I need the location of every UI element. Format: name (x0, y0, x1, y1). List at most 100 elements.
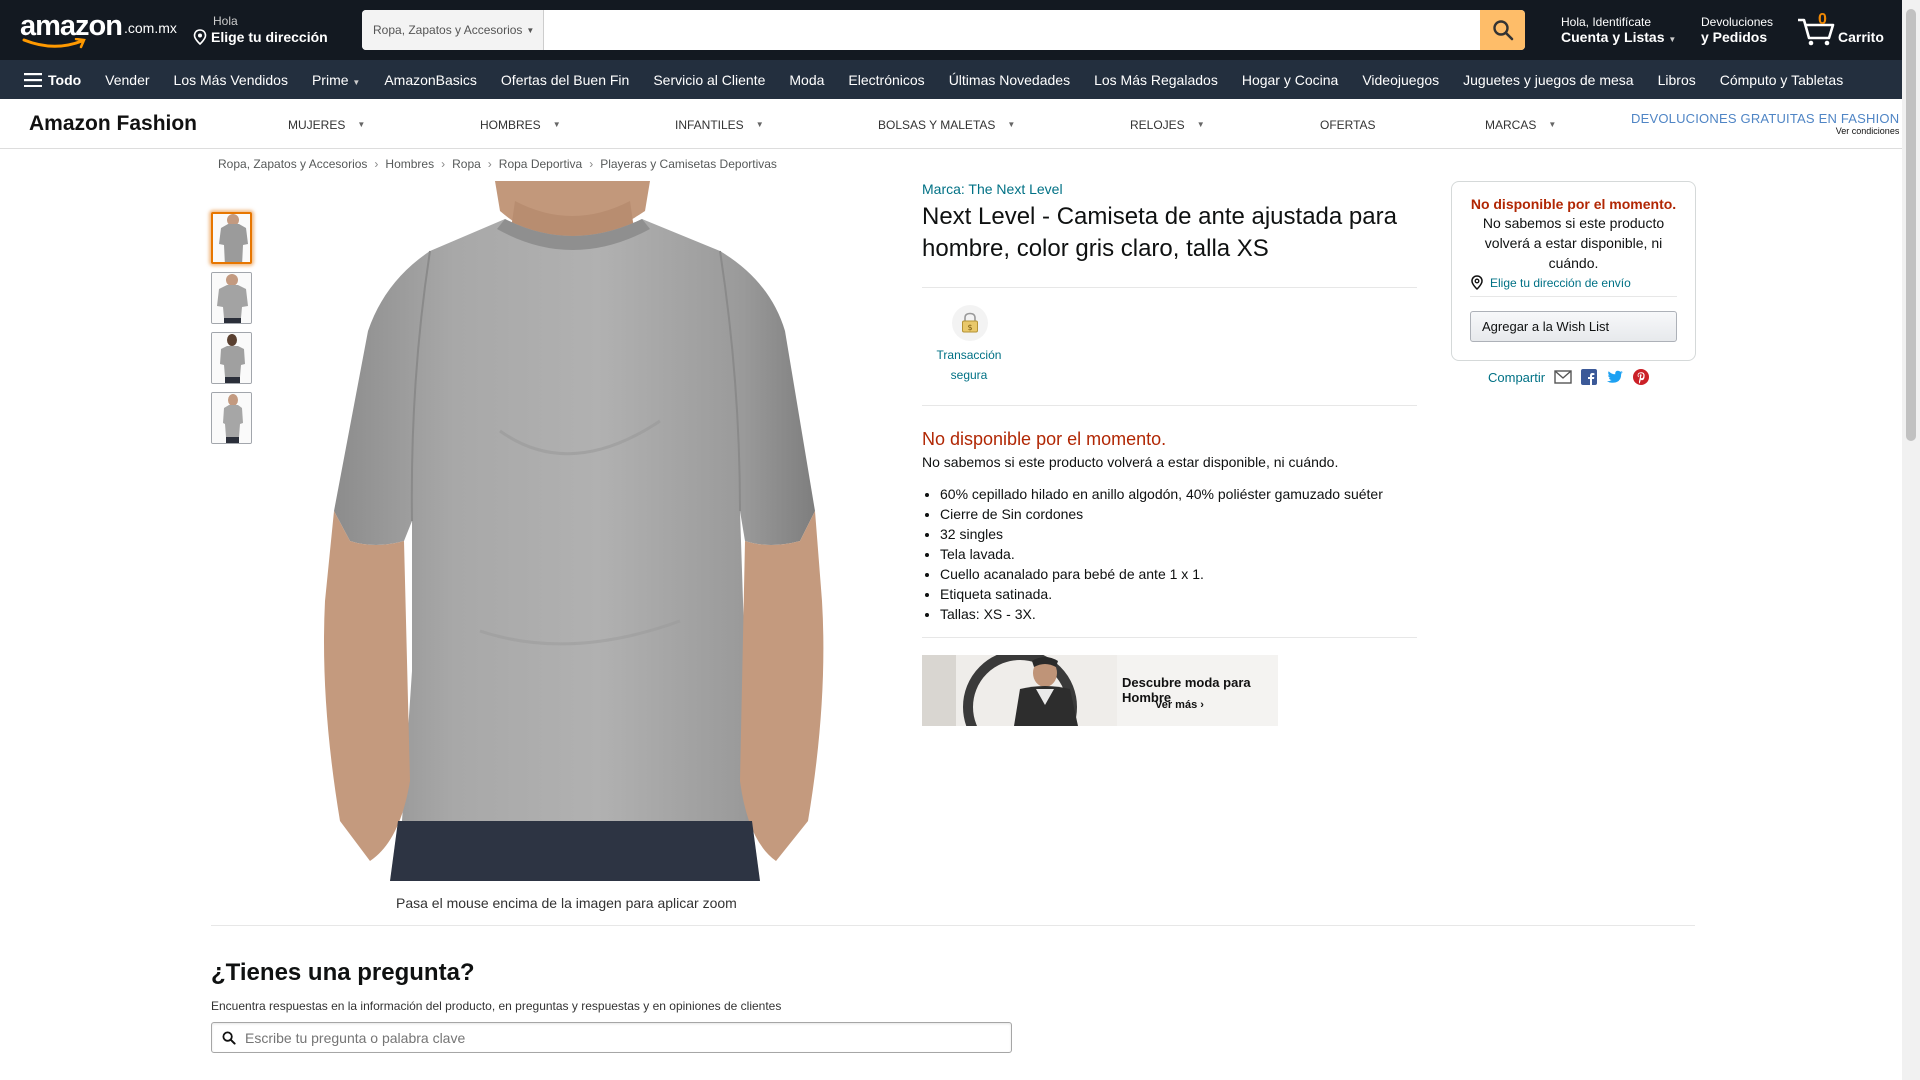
tshirt-product-image (300, 181, 840, 881)
search-input[interactable] (544, 10, 1480, 50)
caret-down-icon: ▼ (352, 77, 361, 87)
deliver-greeting: Hola (213, 14, 238, 28)
cart-icon (1798, 18, 1835, 46)
page-scrollbar[interactable] (1902, 0, 1920, 1080)
fashion-tab-hombres[interactable]: HOMBRES ▼ (480, 118, 561, 132)
questions-subtitle: Encuentra respuestas en la información d… (211, 999, 782, 1013)
nav-item-juguetes[interactable]: Juguetes y juegos de mesa (1451, 72, 1645, 88)
thumbnail-back[interactable] (211, 332, 252, 384)
free-returns-promo[interactable]: DEVOLUCIONES GRATUITAS EN FASHION Ver co… (1631, 111, 1899, 136)
facebook-icon[interactable] (1581, 369, 1598, 385)
share-link[interactable]: Compartir (1488, 370, 1545, 385)
all-menu-button[interactable]: Todo (0, 72, 93, 88)
top-header: amazon .com.mx Hola Elige tu dirección R… (0, 0, 1902, 60)
twitter-icon[interactable] (1606, 370, 1624, 385)
product-main-image[interactable] (300, 181, 840, 881)
search-category-select[interactable]: Ropa, Zapatos y Accesorios ▼ (362, 10, 544, 50)
cart-button[interactable]: 0 Carrito (1796, 10, 1884, 46)
nav-item-ultimas-novedades[interactable]: Últimas Novedades (937, 72, 1082, 88)
fashion-tab-ofertas[interactable]: OFERTAS (1320, 118, 1376, 132)
nav-item-amazonbasics[interactable]: AmazonBasics (372, 72, 489, 88)
search-button[interactable] (1480, 10, 1525, 50)
nav-item-videojuegos[interactable]: Videojuegos (1350, 72, 1451, 88)
mens-fashion-banner[interactable]: Descubre moda para Hombre Ver más › (922, 655, 1278, 726)
pinterest-icon[interactable] (1633, 369, 1650, 385)
chevron-right-icon: › (589, 157, 594, 171)
breadcrumb-item[interactable]: Playeras y Camisetas Deportivas (600, 157, 777, 171)
caret-down-icon: ▼ (1668, 35, 1677, 44)
nav-item-computo-tabletas[interactable]: Cómputo y Tabletas (1708, 72, 1855, 88)
product-details: Marca: The Next Level Next Level - Camis… (922, 181, 1417, 726)
cart-label: Carrito (1838, 29, 1884, 45)
deliver-to[interactable]: Hola Elige tu dirección (193, 15, 328, 46)
feature-bullet: 60% cepillado hilado en anillo algodón, … (940, 484, 1417, 504)
thumbnail-side[interactable] (211, 392, 252, 444)
amazon-fashion-logo[interactable]: Amazon Fashion (29, 112, 197, 136)
nav-item-libros[interactable]: Libros (1646, 72, 1708, 88)
tshirt-thumbnail-image (212, 333, 251, 383)
caret-down-icon: ▼ (755, 120, 764, 129)
fashion-tab-bolsas[interactable]: BOLSAS Y MALETAS ▼ (878, 118, 1015, 132)
fashion-tab-infantiles[interactable]: INFANTILES ▼ (675, 118, 764, 132)
breadcrumb-item[interactable]: Ropa, Zapatos y Accesorios (218, 157, 367, 171)
nav-item-mas-vendidos[interactable]: Los Más Vendidos (162, 72, 300, 88)
fashion-tab-label: MUJERES (288, 118, 346, 132)
location-pin-icon (193, 29, 207, 45)
nav-item-hogar-cocina[interactable]: Hogar y Cocina (1230, 72, 1351, 88)
nav-item-vender[interactable]: Vender (93, 72, 161, 88)
amazon-logo[interactable]: amazon .com.mx (20, 12, 177, 49)
feature-bullet: Cuello acanalado para bebé de ante 1 x 1… (940, 564, 1417, 584)
search-icon (222, 1031, 236, 1045)
chevron-right-icon: › (374, 157, 379, 171)
feature-bullet: Etiqueta satinada. (940, 584, 1417, 604)
nav-item-mas-regalados[interactable]: Los Más Regalados (1082, 72, 1230, 88)
question-search-box (211, 1022, 1012, 1053)
fashion-tab-label: INFANTILES (675, 118, 744, 132)
fashion-tab-label: HOMBRES (480, 118, 541, 132)
fashion-tab-marcas[interactable]: MARCAS ▼ (1485, 118, 1556, 132)
add-to-wishlist-button[interactable]: Agregar a la Wish List (1470, 311, 1677, 342)
divider (922, 637, 1417, 638)
breadcrumb-item[interactable]: Ropa Deportiva (499, 157, 582, 171)
search-category-label: Ropa, Zapatos y Accesorios (373, 23, 523, 37)
brand-link[interactable]: Marca: The Next Level (922, 181, 1063, 197)
location-pin-icon (1471, 275, 1483, 290)
secure-transaction-label: Transacción segura (936, 348, 1002, 382)
email-icon[interactable] (1554, 370, 1572, 384)
buy-box: No disponible por el momento. No sabemos… (1451, 181, 1696, 361)
caret-down-icon: ▼ (526, 25, 535, 35)
question-search-input[interactable] (245, 1029, 985, 1046)
account-lists[interactable]: Hola, Identifícate Cuenta y Listas ▼ (1561, 15, 1676, 48)
search-icon (1492, 20, 1513, 41)
secure-transaction[interactable]: $ Transacción segura (922, 305, 1417, 405)
returns-orders[interactable]: Devoluciones y Pedidos (1701, 15, 1773, 46)
buybox-detail: No sabemos si este producto volverá a es… (1482, 215, 1665, 271)
logo-suffix: .com.mx (123, 20, 177, 36)
scrollbar-thumb[interactable] (1906, 9, 1916, 441)
promo-conditions: Ver condiciones (1835, 126, 1900, 136)
thumbnail-front-2[interactable] (211, 272, 252, 324)
share-row: Compartir (1488, 369, 1650, 385)
fashion-subnav: Amazon Fashion MUJERES ▼ HOMBRES ▼ INFANTI… (0, 99, 1902, 149)
all-menu-label: Todo (48, 71, 82, 88)
fashion-tab-relojes[interactable]: RELOJES ▼ (1130, 118, 1205, 132)
fashion-tab-label: RELOJES (1130, 118, 1185, 132)
deliver-address: Elige tu dirección (211, 29, 328, 45)
feature-bullet: Cierre de Sin cordones (940, 504, 1417, 524)
fashion-tab-label: MARCAS (1485, 118, 1537, 132)
feature-bullet: 32 singles (940, 524, 1417, 544)
breadcrumb-item[interactable]: Hombres (385, 157, 434, 171)
fashion-tab-mujeres[interactable]: MUJERES ▼ (288, 118, 365, 132)
nav-item-moda[interactable]: Moda (777, 72, 836, 88)
nav-item-servicio-cliente[interactable]: Servicio al Cliente (641, 72, 777, 88)
nav-item-ofertas-buen-fin[interactable]: Ofertas del Buen Fin (489, 72, 641, 88)
availability-detail: No sabemos si este producto volverá a es… (922, 454, 1339, 470)
caret-down-icon: ▼ (1007, 120, 1016, 129)
nav-item-prime[interactable]: Prime ▼ (300, 72, 372, 88)
nav-item-electronicos[interactable]: Electrónicos (836, 72, 936, 88)
thumbnail-front[interactable] (211, 212, 252, 264)
breadcrumb-item[interactable]: Ropa (452, 157, 481, 171)
nav-item-prime-label: Prime (311, 71, 349, 88)
feature-bullet: Tallas: XS - 3X. (940, 604, 1417, 624)
choose-shipping-address-link[interactable]: Elige tu dirección de envío (1470, 275, 1677, 290)
